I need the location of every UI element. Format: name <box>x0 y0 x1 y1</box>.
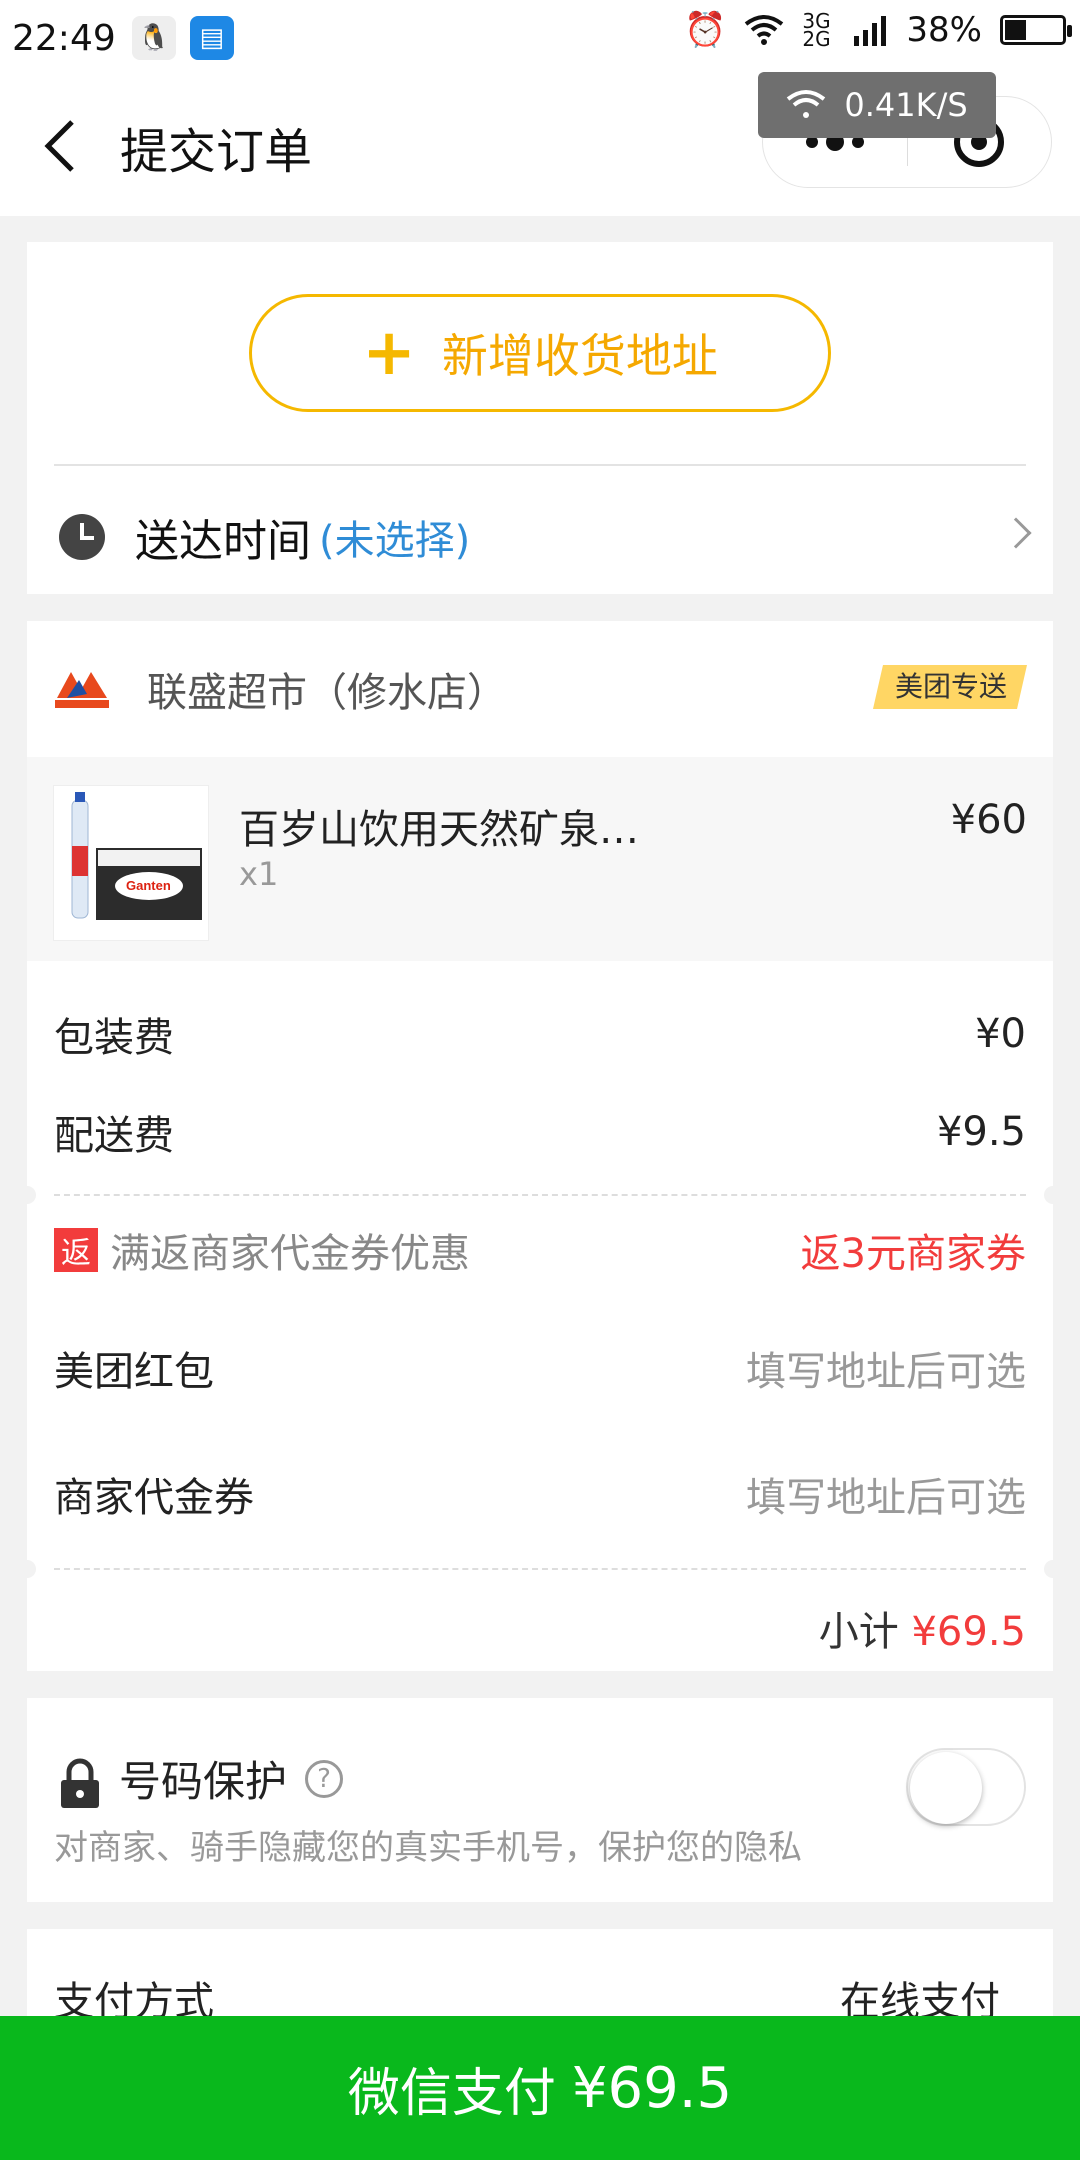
delivery-time-status: (未选择) <box>319 518 471 564</box>
add-address-button[interactable]: + 新增收货地址 <box>249 294 831 412</box>
merchant-voucher-value: 填写地址后可选 <box>746 1475 1026 1521</box>
subtotal: 小计 ¥69.5 <box>819 1599 1026 1657</box>
delivery-fee-label: 配送费 <box>54 1113 174 1159</box>
product-name: 百岁山饮用天然矿泉… <box>239 807 639 853</box>
water-product-icon: Ganten <box>71 792 202 920</box>
dashed-divider <box>54 1194 1026 1196</box>
status-bar: 22:49 🐧 ▤ ⏰ 3G 2G 38% <box>0 0 1080 76</box>
dashed-divider <box>54 1568 1026 1570</box>
chevron-right-icon <box>1000 517 1032 549</box>
product-quantity: x1 <box>239 855 279 893</box>
network-speed: 0.41K/S <box>844 86 968 124</box>
delivery-time-label: 送达时间 <box>135 516 311 567</box>
number-protection-card: 号码保护 ? 对商家、骑手隐藏您的真实手机号，保护您的隐私 <box>27 1698 1053 1902</box>
payment-method-card: 支付方式 在线支付 <box>27 1929 1053 2029</box>
return-badge: 返 <box>54 1228 98 1272</box>
plus-icon: + <box>362 316 416 390</box>
return-promo-row: 返满返商家代金券优惠 返3元商家券 <box>54 1221 1026 1279</box>
pay-button-label: 微信支付 <box>347 2063 556 2124</box>
notch <box>18 1560 36 1578</box>
number-protection-title: 号码保护 ? <box>119 1748 344 1809</box>
packing-fee-label: 包装费 <box>54 1015 174 1061</box>
battery-percent: 38% <box>906 10 982 50</box>
clock-icon <box>59 514 105 560</box>
add-address-label: 新增收货地址 <box>441 329 718 383</box>
delivery-time-row[interactable]: 送达时间 (未选择) <box>27 472 1053 602</box>
merchant-voucher-row[interactable]: 商家代金券 填写地址后可选 <box>54 1465 1026 1523</box>
address-card: + 新增收货地址 送达时间 (未选择) <box>27 242 1053 594</box>
signal-icon <box>854 16 887 46</box>
shop-name: 联盛超市（修水店） <box>147 670 507 716</box>
status-right: ⏰ 3G 2G 38% <box>684 9 1072 51</box>
packing-fee-value: ¥0 <box>975 1011 1026 1057</box>
product-price: ¥60 <box>950 797 1027 843</box>
status-time: 22:49 <box>12 17 116 59</box>
wifi-icon <box>745 15 784 45</box>
pay-button-amount: ¥69.5 <box>571 2055 733 2121</box>
notch <box>1044 1186 1062 1204</box>
network-type-label: 3G 2G <box>802 9 831 51</box>
redpacket-label: 美团红包 <box>54 1349 214 1395</box>
qq-icon: 🐧 <box>131 16 176 60</box>
subtotal-amount: ¥69.5 <box>911 1609 1026 1655</box>
number-protection-desc: 对商家、骑手隐藏您的真实手机号，保护您的隐私 <box>54 1828 802 1868</box>
divider <box>54 464 1026 466</box>
back-icon[interactable] <box>36 114 96 178</box>
return-promo-value: 返3元商家券 <box>800 1231 1026 1277</box>
number-protection-toggle[interactable] <box>906 1748 1026 1826</box>
number-protection-label: 号码保护 <box>119 1757 288 1806</box>
order-card: 联盛超市（修水店） 美团专送 Ganten 百岁山饮用天然矿泉… x1 ¥60 … <box>18 621 1062 1671</box>
help-icon[interactable]: ? <box>305 1759 344 1798</box>
svg-text:Ganten: Ganten <box>126 878 171 893</box>
subtotal-label: 小计 <box>818 1609 899 1655</box>
wechat-pay-button[interactable]: 微信支付 ¥69.5 <box>0 2016 1080 2160</box>
lock-icon <box>61 1758 99 1808</box>
delivery-badge: 美团专送 <box>873 665 1027 709</box>
toggle-knob <box>910 1752 982 1824</box>
delivery-fee-row: 配送费 ¥9.5 <box>54 1103 1026 1161</box>
alarm-icon: ⏰ <box>684 10 727 50</box>
return-promo-label: 满返商家代金券优惠 <box>110 1231 470 1277</box>
network-speed-overlay: 0.41K/S <box>758 72 996 138</box>
redpacket-value: 填写地址后可选 <box>746 1349 1026 1395</box>
merchant-voucher-label: 商家代金券 <box>54 1475 254 1521</box>
packing-fee-row: 包装费 ¥0 <box>54 1005 1026 1063</box>
shop-logo-icon <box>55 672 109 708</box>
message-icon: ▤ <box>189 16 234 60</box>
notch <box>1044 1560 1062 1578</box>
page-title: 提交订单 <box>120 124 313 180</box>
wifi-icon <box>787 90 826 118</box>
redpacket-row[interactable]: 美团红包 填写地址后可选 <box>54 1339 1026 1397</box>
order-item: Ganten 百岁山饮用天然矿泉… x1 ¥60 <box>27 757 1053 961</box>
shop-header: 联盛超市（修水店） 美团专送 <box>27 621 1053 757</box>
delivery-fee-value: ¥9.5 <box>936 1109 1026 1155</box>
product-image: Ganten <box>53 785 209 941</box>
notch <box>18 1186 36 1204</box>
battery-icon <box>1000 15 1072 45</box>
